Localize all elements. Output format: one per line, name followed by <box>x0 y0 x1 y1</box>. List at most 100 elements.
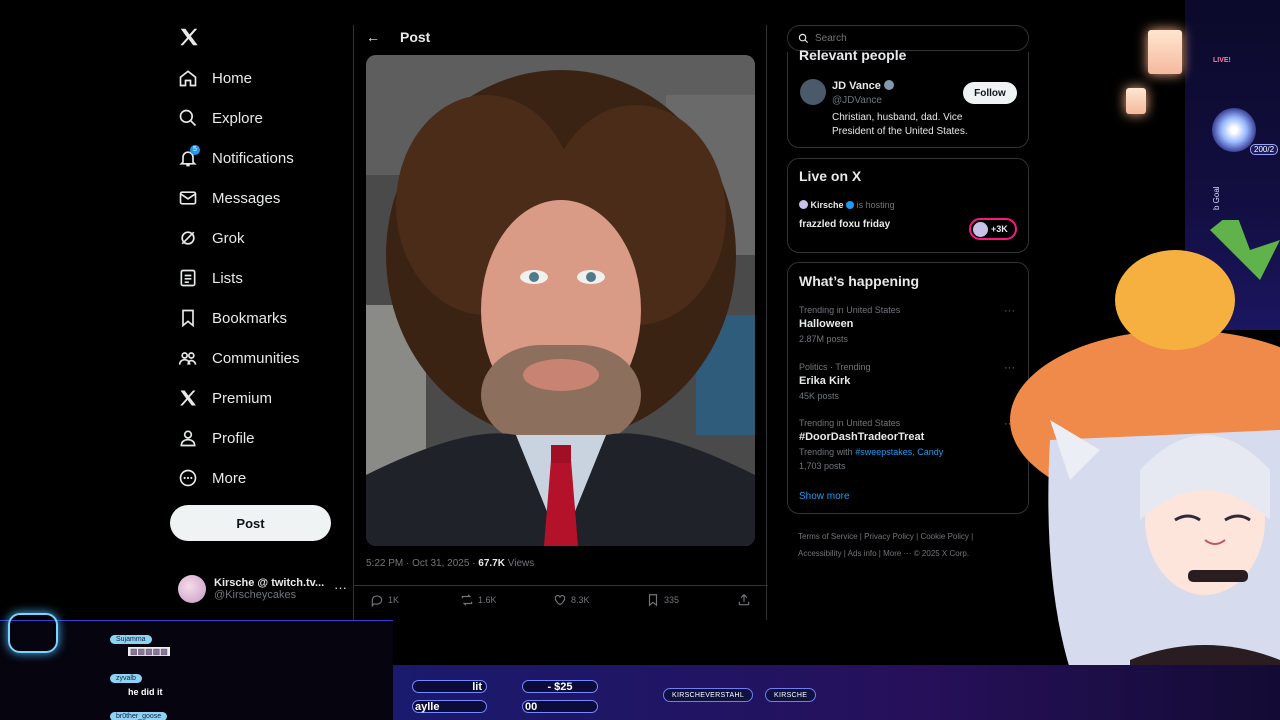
avatar <box>178 575 206 603</box>
footer-link-terms[interactable]: Terms of Service <box>798 532 858 541</box>
list-icon <box>180 269 196 287</box>
like-count: 8.3K <box>571 594 590 605</box>
follow-button[interactable]: Follow <box>963 82 1017 104</box>
trend-title: #DoorDashTradeorTreat <box>799 431 925 443</box>
repost-button[interactable]: 1.6K <box>460 593 497 607</box>
live-heading: Live on X <box>799 168 862 184</box>
share-button[interactable] <box>737 593 751 607</box>
like-button[interactable]: 8.3K <box>553 593 590 607</box>
footer-link-ads[interactable]: Ads info <box>848 549 877 558</box>
reply-button[interactable]: 1K <box>370 593 399 607</box>
footer-link-accessibility[interactable]: Accessibility <box>798 549 842 558</box>
footer-link-privacy[interactable]: Privacy Policy <box>864 532 914 541</box>
person-name: JD Vance <box>832 80 881 92</box>
more-circle-icon <box>179 469 197 487</box>
post-column: ← Post 5:22 PM · Oct 31, 2025 · 67.7K Vi… <box>353 25 768 620</box>
goal-counter: 200/2 <box>1250 144 1279 155</box>
nav-label-bookmarks: Bookmarks <box>212 309 288 327</box>
chat-message: ▩▩▩▩▩ <box>128 647 170 656</box>
nav-item-messages[interactable]: Messages <box>178 183 280 213</box>
lantern-decoration <box>1126 88 1146 114</box>
stream-bar: lit - $25 aylle 00 KIRSCHEVERSTAHL KIRSC… <box>393 665 1280 720</box>
repost-icon <box>461 593 473 606</box>
trend-context: Trending in United States <box>799 418 901 428</box>
post-meta: 5:22 PM · Oct 31, 2025 · 67.7K Views <box>366 558 534 569</box>
search-icon <box>179 109 197 127</box>
chat-username: br0ther_goose <box>110 712 168 720</box>
stream-chat: Sujamma ▩▩▩▩▩ zyvalb he did it br0ther_g… <box>0 613 393 720</box>
avatar[interactable] <box>800 79 826 105</box>
footer-link-more[interactable]: More ··· <box>883 549 911 558</box>
stream-ticker: 00 <box>522 700 598 713</box>
search-icon <box>798 33 809 43</box>
chat-username: zyvalb <box>110 674 142 683</box>
x-logo-icon[interactable] <box>178 26 200 48</box>
nav-item-profile[interactable]: Profile <box>178 423 255 453</box>
people-icon <box>178 352 197 365</box>
person-name-row[interactable]: JD Vance <box>832 80 894 92</box>
views-count: 67.7K <box>478 558 505 569</box>
account-more-icon[interactable]: ··· <box>334 580 347 595</box>
show-more-link[interactable]: Show more <box>799 491 850 502</box>
post-header: ← Post <box>354 25 766 49</box>
trending-with: Trending with #sweepstakes, Candy <box>799 447 1019 457</box>
post-button[interactable]: Post <box>170 505 331 541</box>
nav-label-profile: Profile <box>212 429 255 447</box>
stream-ticker: aylle <box>412 700 487 713</box>
nav-label-communities: Communities <box>212 349 300 367</box>
x-logo-icon <box>180 390 196 406</box>
nav-item-lists[interactable]: Lists <box>178 263 243 293</box>
reply-count: 1K <box>388 594 400 605</box>
trend-count: 45K posts <box>799 391 840 401</box>
nav-label-grok: Grok <box>212 229 245 247</box>
trend-item[interactable]: Trending in United States #DoorDashTrade… <box>799 418 1019 471</box>
trend-item[interactable]: Politics · Trending Erika Kirk 45K posts… <box>799 362 1019 401</box>
grok-icon <box>181 231 195 245</box>
trend-item[interactable]: Trending in United States Halloween 2.87… <box>799 305 1019 344</box>
nav-item-communities[interactable]: Communities <box>178 343 300 373</box>
listener-avatar <box>973 221 988 237</box>
nav-label-explore: Explore <box>212 109 263 127</box>
account-name: Kirsche @ twitch.tv... <box>214 577 325 589</box>
whats-happening-heading: What’s happening <box>799 273 920 289</box>
orb-decoration <box>1212 108 1256 152</box>
person-handle: @JDVance <box>832 95 882 106</box>
post-timestamp[interactable]: 5:22 PM · Oct 31, 2025 · <box>366 558 478 569</box>
gift-box-decoration <box>8 613 58 653</box>
live-on-x-card: Live on X Kirsche is hosting frazzled fo… <box>787 158 1029 253</box>
account-switcher[interactable]: Kirsche @ twitch.tv... @Kirscheycakes ··… <box>178 572 348 606</box>
nav-item-grok[interactable]: Grok <box>178 223 245 253</box>
nav-item-premium[interactable]: Premium <box>178 383 272 413</box>
chat-message: he did it <box>128 687 163 697</box>
search-input[interactable] <box>815 32 1015 44</box>
nav-item-more[interactable]: More <box>178 463 246 493</box>
live-badge: LIVE! <box>1213 57 1231 64</box>
sidebar-footer: Terms of Service | Privacy Policy | Cook… <box>798 532 974 558</box>
trending-with-prefix: Trending with <box>799 447 856 457</box>
nav-item-home[interactable]: Home <box>178 63 252 93</box>
lantern-decoration <box>1148 30 1182 74</box>
trend-count: 1,703 posts <box>799 461 846 471</box>
mail-icon <box>179 191 197 205</box>
whats-happening-card: What’s happening Trending in United Stat… <box>787 262 1029 514</box>
person-bio: Christian, husband, dad. Vice President … <box>832 112 968 137</box>
reply-icon <box>371 594 383 607</box>
page-title: Post <box>400 29 431 45</box>
post-photo[interactable] <box>366 55 755 546</box>
repost-count: 1.6K <box>478 594 497 605</box>
social-tag: KIRSCHEVERSTAHL <box>663 688 754 702</box>
nav-item-bookmarks[interactable]: Bookmarks <box>178 303 287 333</box>
nav-label-messages: Messages <box>212 189 281 207</box>
nav-item-notifications[interactable]: 5 Notifications <box>178 143 294 173</box>
trending-with-links[interactable]: #sweepstakes, Candy <box>855 447 943 457</box>
share-icon <box>738 593 750 605</box>
back-arrow-icon[interactable]: ← <box>366 29 380 45</box>
bookmark-button[interactable]: 335 <box>646 593 679 607</box>
nav-item-explore[interactable]: Explore <box>178 103 263 133</box>
trend-title: Erika Kirk <box>799 375 851 387</box>
footer-link-cookie[interactable]: Cookie Policy <box>920 532 968 541</box>
space-title[interactable]: frazzled foxu friday <box>799 219 890 230</box>
bookmark-icon <box>648 593 658 606</box>
live-host-row[interactable]: Kirsche is hosting <box>799 200 895 210</box>
nav-label-lists: Lists <box>212 269 243 287</box>
